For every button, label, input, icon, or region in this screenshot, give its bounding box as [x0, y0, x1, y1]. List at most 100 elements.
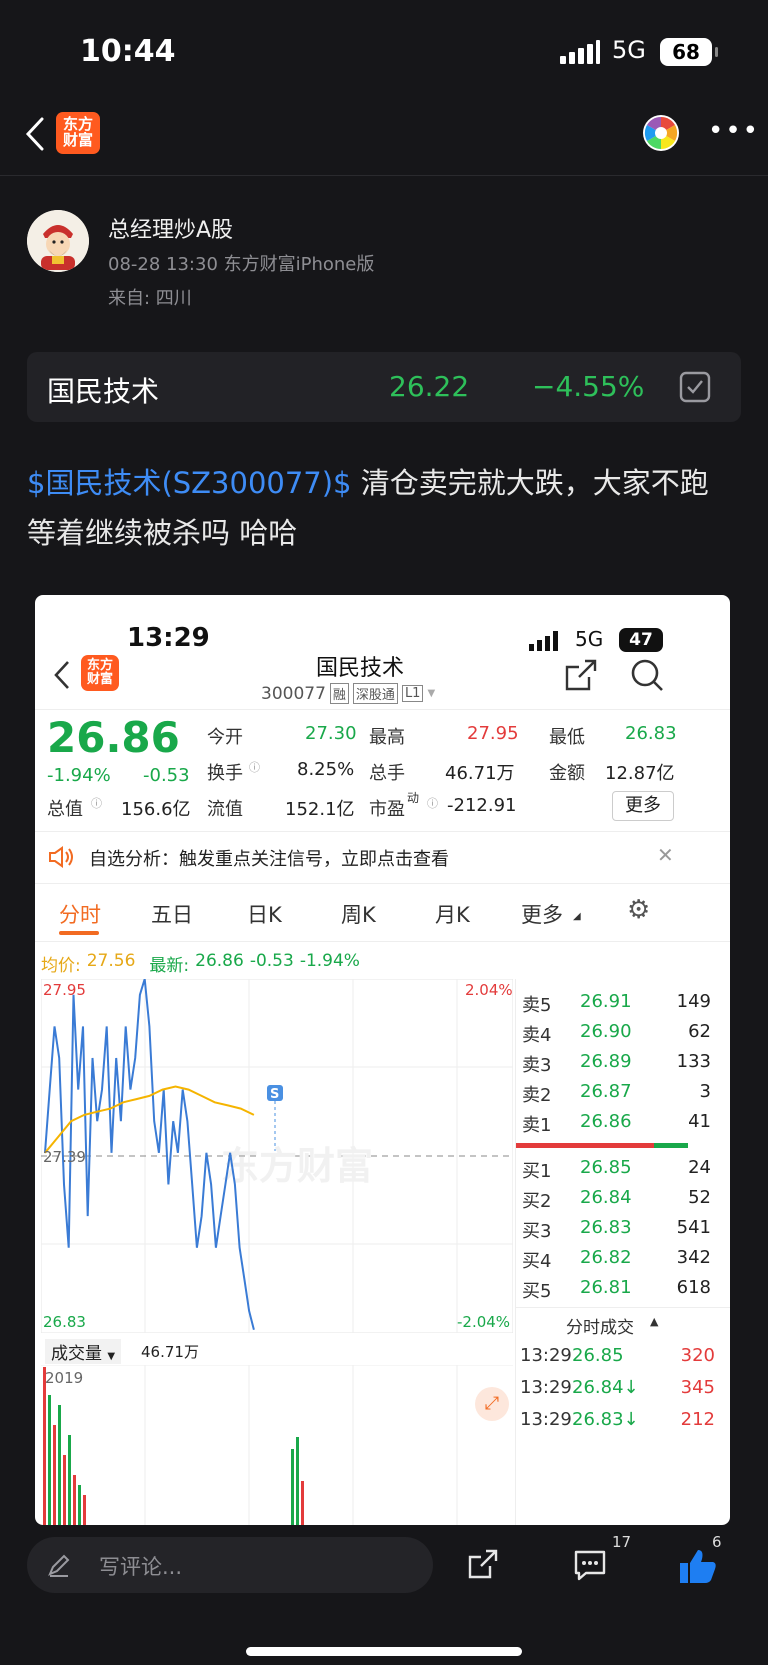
checkbox-icon[interactable]: [679, 371, 711, 403]
ask-price: 26.90: [580, 1021, 632, 1042]
inner-battery-icon: 47: [619, 628, 663, 652]
ask-row[interactable]: 卖4 26.90 62: [516, 1017, 721, 1049]
ask-vol: 41: [688, 1111, 711, 1132]
author-name[interactable]: 总经理炒A股: [108, 212, 233, 244]
amount-value: 12.87亿: [605, 763, 675, 784]
inner-stock-code-row: 300077 融 深股通 L1 ▼: [261, 683, 435, 704]
aperture-icon[interactable]: [642, 114, 680, 152]
tab-more[interactable]: 更多: [521, 899, 563, 929]
last-label: 最新:: [149, 956, 190, 976]
inner-back-icon[interactable]: [53, 659, 71, 691]
volume-selector[interactable]: 成交量 ▼: [45, 1339, 122, 1364]
inner-logo-line2: 财富: [86, 672, 113, 687]
bid-bar: [654, 1143, 688, 1148]
tab-more-caret-icon: ◢: [573, 911, 581, 922]
search-icon[interactable]: [629, 657, 665, 693]
pe-label: 市盈: [369, 799, 405, 820]
last-price: 26.86: [47, 713, 180, 762]
tick-time: 13:29: [520, 1409, 572, 1430]
chart-legend: 均价: 27.56 最新: 26.86 -0.53 -1.94%: [41, 951, 360, 976]
ask-row[interactable]: 卖5 26.91 149: [516, 987, 721, 1019]
comment-placeholder: 写评论...: [99, 1555, 183, 1579]
comment-icon[interactable]: [572, 1547, 608, 1583]
low-value: 26.83: [625, 723, 677, 744]
bid-row[interactable]: 买5 26.81 618: [516, 1273, 721, 1305]
last-value: 26.86: [195, 951, 244, 971]
intraday-chart[interactable]: 东方财富 27.95 27.39 26.83 2.04% -2.04% S: [41, 979, 513, 1333]
attached-screenshot[interactable]: 13:29 5G 47 东方 财富 国民技术 300077 融 深股通 L1 ▼…: [35, 595, 730, 1525]
ask-label: 卖5: [522, 995, 552, 1016]
comment-input[interactable]: 写评论...: [27, 1537, 433, 1593]
app-logo-line2: 财富: [62, 131, 93, 149]
inner-app-logo: 东方 财富: [81, 655, 119, 691]
ask-row[interactable]: 卖3 26.89 133: [516, 1047, 721, 1079]
like-icon[interactable]: [678, 1547, 718, 1585]
pe-info-icon[interactable]: ⓘ: [427, 795, 438, 811]
mcap-label: 总值: [47, 799, 83, 820]
inner-network: 5G: [575, 627, 604, 651]
info-icon[interactable]: ⓘ: [91, 795, 102, 811]
ask-vol: 149: [676, 991, 711, 1012]
bid-label: 买4: [522, 1251, 552, 1272]
ask-label: 卖3: [522, 1055, 552, 1076]
bid-row[interactable]: 买1 26.85 24: [516, 1153, 721, 1185]
tick-time: 13:29: [520, 1345, 572, 1366]
back-icon[interactable]: [24, 116, 46, 152]
tab-day-k[interactable]: 日K: [247, 899, 282, 929]
open-label: 今开: [207, 727, 243, 748]
settings-icon[interactable]: ⚙: [627, 895, 650, 925]
expand-icon[interactable]: ⤢: [475, 1387, 509, 1421]
volume-axis-label: 2019: [45, 1369, 83, 1387]
share-icon[interactable]: [563, 657, 599, 693]
ask-row[interactable]: 卖1 26.86 41: [516, 1107, 721, 1139]
bid-row[interactable]: 买2 26.84 52: [516, 1183, 721, 1215]
connect-tag: 深股通: [352, 683, 398, 704]
high-value: 27.95: [467, 723, 519, 744]
home-indicator[interactable]: [246, 1647, 522, 1656]
ask-vol: 133: [676, 1051, 711, 1072]
avg-label: 均价:: [41, 956, 81, 976]
bid-vol: 342: [676, 1247, 711, 1268]
bid-vol: 52: [688, 1187, 711, 1208]
pe-sup: 动: [407, 791, 420, 805]
tab-intraday[interactable]: 分时: [59, 899, 101, 929]
status-bar: 10:44 5G 68: [0, 0, 768, 100]
ask-row[interactable]: 卖2 26.87 3: [516, 1077, 721, 1109]
inner-stock-title: 国民技术: [315, 656, 404, 681]
tab-week-k[interactable]: 周K: [341, 899, 376, 929]
ask-label: 卖1: [522, 1115, 552, 1136]
bid-row[interactable]: 买3 26.83 541: [516, 1213, 721, 1245]
bid-vol: 541: [676, 1217, 711, 1238]
tick-row: 13:29 26.83↓ 212: [516, 1405, 721, 1437]
bid-row[interactable]: 买4 26.82 342: [516, 1243, 721, 1275]
ask-price: 26.89: [580, 1051, 632, 1072]
stock-name: 国民技术: [47, 375, 160, 408]
pe-value: -212.91: [447, 795, 517, 816]
more-button[interactable]: 更多: [612, 791, 674, 821]
bid-vol: 24: [688, 1157, 711, 1178]
dropdown-icon[interactable]: ▼: [427, 688, 435, 699]
chart-tabs: 分时 五日 日K 周K 月K 更多 ◢ ⚙: [35, 887, 730, 939]
post-meta: 08-28 13:30 东方财富iPhone版: [108, 254, 375, 275]
level-tag: L1: [401, 685, 424, 702]
tick-price: 26.83↓: [572, 1409, 639, 1430]
notice-text[interactable]: 自选分析：触发重点关注信号，立即点击查看: [89, 845, 449, 871]
stock-tag-link[interactable]: $国民技术(SZ300077)$: [27, 466, 352, 500]
close-icon[interactable]: ✕: [657, 843, 674, 867]
ticks-title[interactable]: 分时成交: [566, 1313, 634, 1338]
stock-change: −4.55%: [532, 370, 645, 403]
bid-price: 26.82: [580, 1247, 632, 1268]
float-value: 152.1亿: [285, 799, 355, 820]
turnover-info-icon[interactable]: ⓘ: [249, 759, 260, 775]
tab-month-k[interactable]: 月K: [435, 899, 470, 929]
avatar[interactable]: [27, 210, 89, 272]
share-post-icon[interactable]: [466, 1547, 500, 1581]
app-logo[interactable]: 东方 财富: [56, 112, 100, 154]
stock-card[interactable]: 国民技术 26.22 −4.55%: [27, 352, 741, 422]
tab-five-day[interactable]: 五日: [151, 899, 193, 929]
volume-total: 46.71万: [141, 1343, 199, 1361]
post-body: $国民技术(SZ300077)$ 清仓卖完就大跌，大家不跑 等着继续被杀吗 哈哈: [27, 458, 743, 558]
ask-label: 卖4: [522, 1025, 552, 1046]
more-icon[interactable]: •••: [708, 116, 760, 146]
top-nav-bar: 东方 财富 •••: [0, 100, 768, 176]
